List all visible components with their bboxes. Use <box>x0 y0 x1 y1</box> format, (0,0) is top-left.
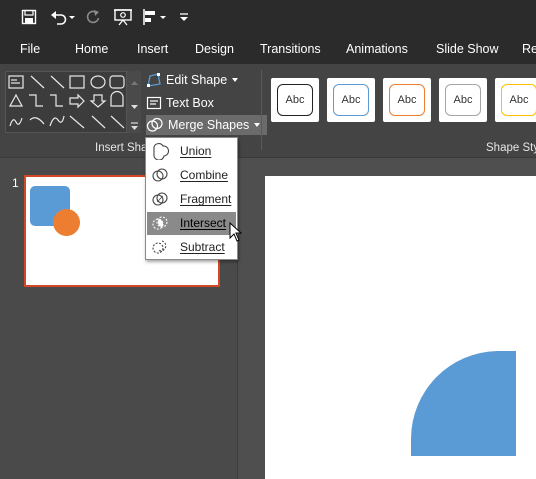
fragment-icon <box>152 192 168 206</box>
group-separator <box>261 70 262 150</box>
right-arrow-shape-icon <box>69 93 85 109</box>
edit-shape-button[interactable]: Edit Shape <box>146 70 239 90</box>
menu-item-label: Fragment <box>180 192 232 206</box>
intersect-shape[interactable] <box>265 176 536 479</box>
shape-styles-group-label: Shape Sty <box>486 142 536 154</box>
shape-style-sample: Abc <box>445 84 481 116</box>
menu-item-combine[interactable]: Combine <box>147 164 236 187</box>
shape-style-5[interactable]: Abc <box>495 78 536 122</box>
shape-style-sample: Abc <box>389 84 425 116</box>
gallery-scroll[interactable] <box>126 71 141 133</box>
edit-shape-icon <box>147 73 161 87</box>
merge-shapes-icon <box>146 117 163 132</box>
elbow-connector-icon <box>29 94 43 107</box>
undo-icon[interactable] <box>48 7 78 27</box>
arrow-line-shape-icon <box>50 75 65 89</box>
tab-slide-show[interactable]: Slide Show <box>436 42 499 56</box>
tab-transitions[interactable]: Transitions <box>260 42 321 56</box>
combine-icon <box>152 168 168 182</box>
diagonal-arrow-shape-icon <box>91 115 106 129</box>
diagonal-line-shape-icon <box>69 115 85 129</box>
tab-file[interactable]: File <box>20 42 40 56</box>
shape-style-3[interactable]: Abc <box>383 78 431 122</box>
shapes-gallery[interactable] <box>5 71 141 133</box>
shape-style-2[interactable]: Abc <box>327 78 375 122</box>
subtract-icon <box>152 240 167 254</box>
freeform-shape-icon <box>9 117 23 127</box>
union-icon <box>153 143 169 160</box>
down-arrow-shape-icon <box>89 94 107 108</box>
tab-design[interactable]: Design <box>195 42 234 56</box>
elbow-arrow-connector-icon <box>50 94 63 107</box>
menu-item-label: Intersect <box>180 216 227 230</box>
shape-style-sample: Abc <box>501 84 536 116</box>
thumbnail-orange-circle <box>53 209 80 236</box>
save-icon[interactable] <box>18 7 40 27</box>
mouse-cursor-icon <box>229 222 243 242</box>
slide-canvas[interactable] <box>265 176 536 479</box>
redo-icon[interactable] <box>84 7 102 27</box>
text-box-label: Text Box <box>166 96 214 110</box>
ribbon-tabs: File Home Insert Design Transitions Anim… <box>0 34 536 64</box>
text-box-icon <box>146 96 162 110</box>
menu-item-label: Combine <box>180 168 229 182</box>
double-arrow-shape-icon <box>110 115 125 129</box>
shape-style-sample: Abc <box>277 84 313 116</box>
merge-shapes-label: Merge Shapes <box>168 118 250 132</box>
shape-style-4[interactable]: Abc <box>439 78 487 122</box>
shape-style-sample: Abc <box>333 84 369 116</box>
merge-shapes-menu: Union Combine Fragment Intersect Subtrac… <box>145 137 238 260</box>
menu-item-intersect[interactable]: Intersect <box>147 212 236 235</box>
chevron-down-icon <box>232 78 239 82</box>
menu-item-label: Union <box>180 144 212 158</box>
triangle-shape-icon <box>8 93 24 107</box>
ribbon: Edit Shape Text Box Merge Shapes Insert … <box>0 64 536 158</box>
rounded-rectangle-shape-icon <box>109 75 125 89</box>
menu-item-subtract[interactable]: Subtract <box>147 236 236 259</box>
text-box-button[interactable]: Text Box <box>146 93 214 113</box>
slide-number: 1 <box>12 176 19 190</box>
oval-shape-icon <box>90 75 106 89</box>
intersect-icon <box>152 216 168 230</box>
menu-item-label: Subtract <box>180 240 225 254</box>
menu-item-union[interactable]: Union <box>147 140 236 163</box>
shape-style-1[interactable]: Abc <box>271 78 319 122</box>
edit-shape-label: Edit Shape <box>166 73 228 87</box>
line-shape-icon <box>30 75 45 89</box>
tab-insert[interactable]: Insert <box>137 42 168 56</box>
quick-access-toolbar <box>0 0 536 34</box>
customize-qat-icon[interactable] <box>176 7 192 27</box>
insert-shapes-group-label: Insert Sha <box>95 142 148 154</box>
presentation-from-beginning-icon[interactable] <box>112 7 134 27</box>
tab-review[interactable]: Re <box>522 42 536 56</box>
menu-item-fragment[interactable]: Fragment <box>147 188 236 211</box>
tab-animations[interactable]: Animations <box>346 42 408 56</box>
arc-shape-icon <box>29 117 45 125</box>
text-box-shape-icon <box>8 75 24 89</box>
flowchart-shape-icon <box>110 90 124 107</box>
tab-home[interactable]: Home <box>75 42 108 56</box>
curve-shape-icon <box>49 115 65 127</box>
rectangle-shape-icon <box>69 75 85 89</box>
align-icon[interactable] <box>140 7 170 27</box>
merge-shapes-button[interactable]: Merge Shapes <box>146 115 268 135</box>
